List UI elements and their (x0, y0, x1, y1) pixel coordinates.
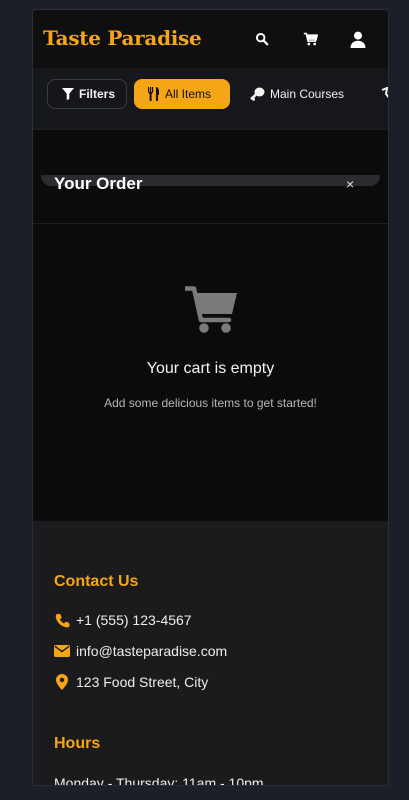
app-window: Taste Paradise Filters All Items Main Co… (32, 9, 389, 786)
contact-phone-text: +1 (555) 123-4567 (76, 612, 192, 628)
top-navbar: Taste Paradise (33, 10, 388, 68)
empty-cart-subtitle: Add some delicious items to get started! (104, 396, 317, 410)
contact-phone[interactable]: +1 (555) 123-4567 (54, 612, 192, 628)
drumstick-icon (250, 87, 265, 101)
filter-icon (62, 88, 74, 100)
category-chip-all-items[interactable]: All Items (134, 79, 230, 109)
hours-title: Hours (54, 735, 101, 752)
category-label: All Items (165, 87, 212, 101)
map-pin-icon (54, 674, 70, 690)
filters-label: Filters (79, 87, 116, 101)
brand-logo[interactable]: Taste Paradise (43, 26, 202, 50)
hours-weekday: Monday - Thursday: 11am - 10pm (54, 775, 264, 786)
contact-title: Contact Us (54, 573, 139, 590)
empty-cart-title: Your cart is empty (146, 360, 275, 377)
category-chip-partial[interactable] (381, 79, 388, 109)
filters-button[interactable]: Filters (47, 79, 127, 109)
search-icon[interactable] (252, 29, 272, 49)
order-panel-header: Your Order × (33, 130, 388, 224)
category-bar: Filters All Items Main Courses (33, 68, 388, 186)
cart-icon[interactable] (300, 29, 320, 49)
utensils-icon (148, 87, 159, 101)
footer: Contact Us +1 (555) 123-4567 info@tastep… (33, 521, 388, 786)
close-icon[interactable]: × (346, 176, 354, 192)
contact-address[interactable]: 123 Food Street, City (54, 674, 208, 690)
category-icon (381, 87, 388, 99)
user-icon[interactable] (348, 29, 368, 49)
envelope-icon (54, 643, 70, 659)
contact-address-text: 123 Food Street, City (76, 674, 209, 690)
phone-icon (54, 612, 70, 628)
contact-email-text: info@tasteparadise.com (76, 643, 228, 659)
empty-cart-icon (182, 286, 239, 339)
category-chip-main-courses[interactable]: Main Courses (238, 79, 358, 109)
contact-email[interactable]: info@tasteparadise.com (54, 643, 227, 659)
order-title: Your Order (54, 174, 143, 193)
category-label: Main Courses (270, 87, 345, 101)
